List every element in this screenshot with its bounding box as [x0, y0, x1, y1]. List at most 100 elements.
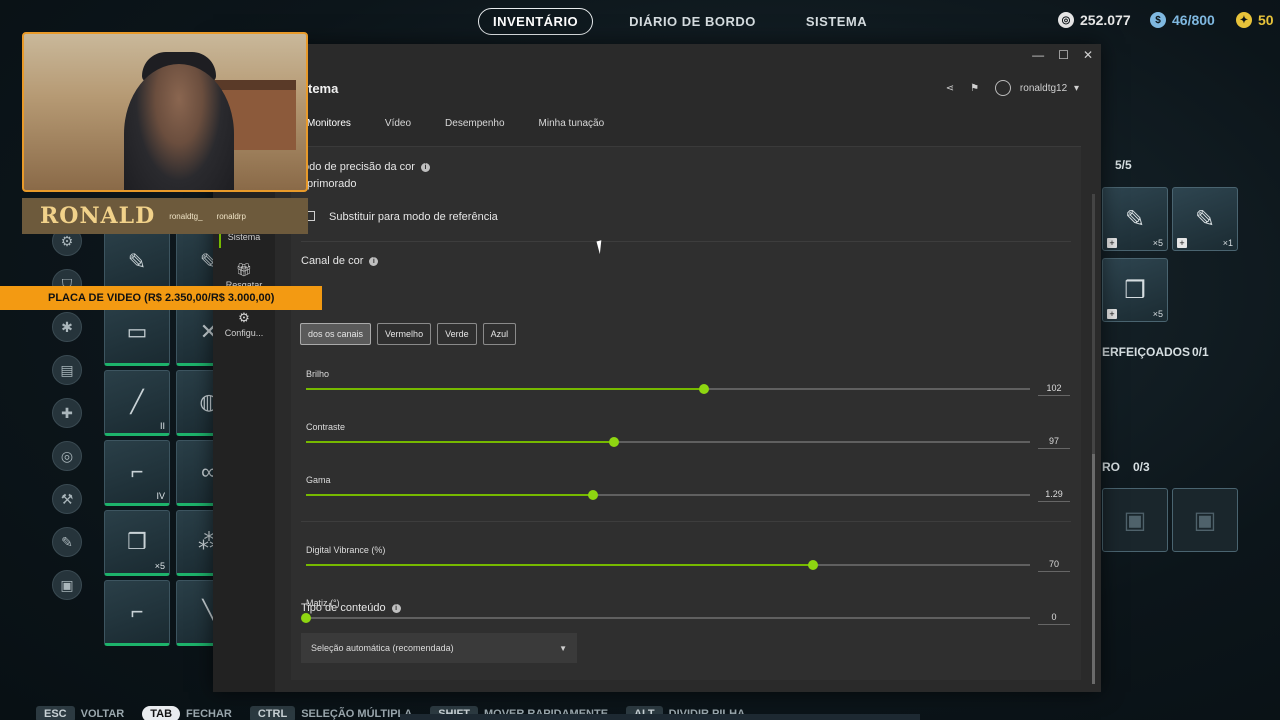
nav-inventario[interactable]: INVENTÁRIO	[478, 8, 594, 35]
pistol-icon: ⌐	[130, 459, 144, 484]
right-count-label: 5/5	[1115, 158, 1132, 172]
box-icon[interactable]: ▣	[52, 570, 82, 600]
wheat-icon: ✦	[1236, 12, 1252, 28]
avatar	[995, 80, 1012, 96]
slider-thumb[interactable]	[588, 490, 599, 500]
streamer-figure	[124, 64, 234, 190]
settings-content: odo de precisão da cor i primorado Substi…	[291, 146, 1081, 680]
scrollbar[interactable]	[1092, 194, 1095, 684]
content-type-dropdown[interactable]: Seleção automática (recomendada) ▼	[301, 633, 577, 663]
inventory-slot[interactable]: ⌐ IV	[104, 440, 170, 506]
page-title: tema	[308, 81, 339, 96]
syringe-icon: ✎	[1124, 205, 1146, 233]
tab-video[interactable]: Vídeo	[385, 118, 411, 129]
coin-icon: ◎	[1058, 12, 1074, 28]
divider	[301, 521, 1071, 522]
hint-ctrl: CTRL SELEÇÃO MÚLTIPLA	[249, 706, 412, 720]
tab-desempenho[interactable]: Desempenho	[445, 118, 504, 129]
reference-mode-label: Substituir para modo de referência	[329, 211, 498, 223]
vibrance-value[interactable]: 70	[1038, 559, 1070, 572]
hue-slider[interactable]	[301, 613, 1030, 623]
hue-value[interactable]: 0	[1038, 612, 1070, 625]
briefcase-icon: ▣	[1193, 506, 1217, 534]
streamer-logo: RONALD	[40, 203, 156, 229]
pistol-icon: ⌐	[130, 599, 144, 624]
social-handle-2: ronaldrp	[216, 211, 246, 221]
channel-green-button[interactable]: Verde	[437, 323, 477, 345]
info-icon[interactable]: i	[391, 603, 401, 613]
syringe-icon: ✎	[127, 249, 147, 274]
empty-slot[interactable]: ▣	[1102, 488, 1168, 552]
nav-sistema[interactable]: SISTEMA	[792, 9, 881, 34]
bandage-icon: ❒	[127, 529, 147, 554]
slot-label: RO	[1102, 460, 1120, 474]
upgrades-count: 0/1	[1192, 345, 1209, 359]
other-currency-display: ✦ 50	[1236, 12, 1274, 28]
puzzle-icon[interactable]: ✚	[52, 398, 82, 428]
game-top-nav: INVENTÁRIO DIÁRIO DE BORDO SISTEMA	[478, 8, 881, 35]
channel-red-button[interactable]: Vermelho	[377, 323, 432, 345]
right-inventory-slot[interactable]: ✎ + ×1	[1172, 187, 1238, 251]
tool-icon[interactable]: ✎	[52, 527, 82, 557]
scrollbar-thumb[interactable]	[1092, 454, 1095, 684]
inventory-slot[interactable]: ╱ II	[104, 370, 170, 436]
maximize-icon[interactable]: ☐	[1058, 48, 1069, 62]
slider-thumb[interactable]	[807, 560, 818, 570]
upgrades-label: ERFEIÇOADOS	[1102, 345, 1191, 359]
left-rail: ⚙ ⛉ ✱ ▤ ✚ ◎ ⚒ ✎ ▣	[52, 226, 84, 600]
close-icon[interactable]: ✕	[1083, 48, 1093, 62]
plus-icon: +	[1177, 238, 1187, 248]
gamma-slider[interactable]	[306, 490, 1030, 500]
inventory-slot[interactable]: ❒ ×5	[104, 510, 170, 576]
share-icon[interactable]: ⋖	[946, 83, 954, 94]
stream-name-bar: RONALD ronaldtg_ ronaldrp	[22, 198, 308, 234]
chevron-down-icon: ▼	[559, 644, 567, 653]
tab-monitores[interactable]: Monitores	[307, 118, 351, 129]
contrast-value[interactable]: 97	[1038, 436, 1070, 449]
wrench-icon[interactable]: ⚒	[52, 484, 82, 514]
channel-all-button[interactable]: dos os canais	[300, 323, 372, 345]
info-icon[interactable]: i	[369, 256, 379, 266]
contrast-slider[interactable]	[306, 437, 1030, 447]
gamma-value[interactable]: 1.29	[1038, 489, 1070, 502]
inventory-slot[interactable]: ⌐	[104, 580, 170, 646]
sidebar-item-configuracoes[interactable]: ⚙ Configu...	[213, 310, 275, 338]
feedback-icon[interactable]: ⚑	[970, 83, 979, 94]
settings-window: Sistema 🎁︎ Resgatar ⚙ Configu... — ☐ ✕ t…	[213, 44, 1101, 692]
money-display: ◎ 252.077	[1058, 12, 1131, 28]
slider-thumb[interactable]	[699, 384, 710, 394]
gear-icon: ⚙	[238, 310, 250, 325]
nav-diario-de-bordo[interactable]: DIÁRIO DE BORDO	[615, 9, 770, 34]
weight-icon: $	[1150, 12, 1166, 28]
gear-small-icon[interactable]: ✱	[52, 312, 82, 342]
book-icon[interactable]: ▤	[52, 355, 82, 385]
user-menu[interactable]: ronaldtg12 ▾	[995, 80, 1079, 96]
slider-thumb[interactable]	[608, 437, 619, 447]
plus-icon: +	[1107, 309, 1117, 319]
vibrance-slider[interactable]	[306, 560, 1030, 570]
briefcase-icon: ▣	[1123, 506, 1147, 534]
os-taskbar	[400, 714, 920, 720]
right-inventory-slot[interactable]: ❒ + ×5	[1102, 258, 1168, 322]
slot-count: 0/3	[1133, 460, 1150, 474]
info-icon[interactable]: i	[420, 162, 430, 172]
syringe-icon: ✎	[1194, 205, 1216, 233]
brightness-value[interactable]: 102	[1038, 383, 1070, 396]
capacity-display: $ 46/800	[1150, 12, 1215, 28]
rifle-icon: ╱	[130, 389, 144, 414]
right-inventory-slot[interactable]: ✎ + ×5	[1102, 187, 1168, 251]
hint-esc: ESC VOLTAR	[36, 706, 124, 720]
color-channel-buttons: dos os canais Vermelho Verde Azul	[300, 323, 517, 345]
tab-minha-tunacao[interactable]: Minha tunação	[539, 118, 605, 129]
color-channel-label: Canal de cor i	[301, 255, 379, 267]
slider-thumb[interactable]	[301, 613, 311, 623]
plus-icon: +	[1107, 238, 1117, 248]
ring-icon[interactable]: ◎	[52, 441, 82, 471]
minimize-icon[interactable]: —	[1032, 48, 1044, 62]
brightness-slider[interactable]	[306, 384, 1030, 394]
precision-value: primorado	[307, 178, 357, 190]
hint-tab: TAB FECHAR	[142, 706, 232, 720]
empty-slot[interactable]: ▣	[1172, 488, 1238, 552]
channel-blue-button[interactable]: Azul	[482, 323, 517, 345]
gift-icon: 🎁︎	[235, 262, 253, 277]
